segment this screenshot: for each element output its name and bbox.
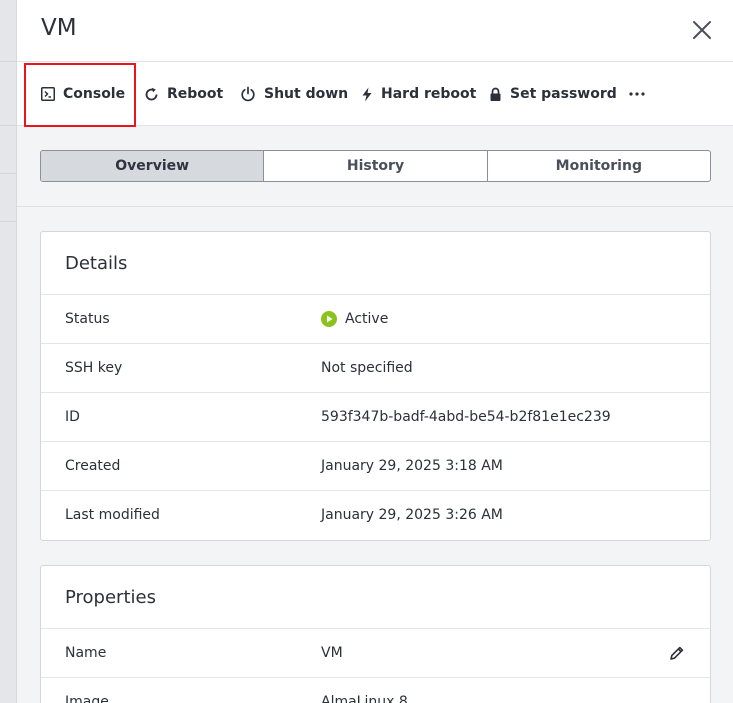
set-password-button[interactable]: Set password: [489, 62, 617, 126]
detail-label: Status: [65, 311, 110, 327]
detail-value: January 29, 2025 3:18 AM: [321, 458, 503, 474]
detail-label: SSH key: [65, 360, 123, 376]
background-page: [0, 0, 16, 703]
details-title: Details: [41, 232, 710, 295]
detail-row-created: Created January 29, 2025 3:18 AM: [41, 442, 710, 491]
detail-row-ssh-key: SSH key Not specified: [41, 344, 710, 393]
tab-bar: Overview History Monitoring: [40, 150, 711, 182]
detail-row-status: Status Active: [41, 295, 710, 344]
property-value: AlmaLinux 8: [321, 694, 408, 703]
detail-value: January 29, 2025 3:26 AM: [321, 507, 503, 523]
more-actions-button[interactable]: [629, 62, 653, 126]
properties-card: Properties Name VM Image AlmaLinux 8: [40, 565, 711, 703]
status-text: Active: [345, 311, 389, 327]
set-password-label: Set password: [510, 86, 617, 102]
properties-title: Properties: [41, 566, 710, 629]
action-toolbar: Console Reboot Shut down Hard reboot Set…: [17, 62, 733, 127]
status-value: Active: [321, 311, 388, 327]
more-icon: [629, 92, 645, 96]
detail-label: Created: [65, 458, 121, 474]
tab-history[interactable]: History: [264, 151, 488, 181]
property-label: Name: [65, 645, 107, 661]
detail-label: ID: [65, 409, 80, 425]
tab-monitoring[interactable]: Monitoring: [488, 151, 710, 181]
vm-detail-panel: VM Console Reboot Shut down Hard reboot …: [16, 0, 733, 703]
console-highlight-box: [24, 63, 136, 127]
property-value: VM: [321, 645, 343, 661]
close-button[interactable]: [691, 19, 713, 41]
property-label: Image: [65, 694, 109, 703]
hard-reboot-label: Hard reboot: [381, 86, 477, 102]
lightning-icon: [362, 87, 372, 101]
shut-down-label: Shut down: [264, 86, 349, 102]
detail-row-id: ID 593f347b-badf-4abd-be54-b2f81e1ec239: [41, 393, 710, 442]
panel-title: VM: [41, 15, 77, 41]
close-icon: [693, 21, 711, 39]
pencil-icon: [670, 646, 684, 660]
property-row-name: Name VM: [41, 629, 710, 678]
power-icon: [241, 86, 255, 102]
detail-row-last-modified: Last modified January 29, 2025 3:26 AM: [41, 491, 710, 540]
hard-reboot-button[interactable]: Hard reboot: [361, 62, 476, 126]
detail-value: 593f347b-badf-4abd-be54-b2f81e1ec239: [321, 409, 611, 425]
property-row-image: Image AlmaLinux 8: [41, 678, 710, 703]
tab-overview[interactable]: Overview: [41, 151, 265, 181]
reboot-label: Reboot: [167, 86, 224, 102]
lock-icon: [490, 87, 501, 101]
background-divider: [0, 61, 16, 62]
edit-name-button[interactable]: [669, 645, 685, 665]
play-status-icon: [321, 311, 337, 327]
detail-value: Not specified: [321, 360, 413, 376]
panel-header: VM: [17, 0, 733, 62]
background-divider: [0, 125, 16, 126]
details-card: Details Status Active SSH key Not specif…: [40, 231, 711, 541]
background-divider: [0, 221, 16, 222]
shut-down-button[interactable]: Shut down: [240, 62, 348, 126]
background-divider: [0, 173, 16, 174]
refresh-icon: [145, 87, 158, 100]
detail-label: Last modified: [65, 507, 160, 523]
section-divider: [17, 206, 733, 207]
reboot-button[interactable]: Reboot: [144, 62, 223, 126]
